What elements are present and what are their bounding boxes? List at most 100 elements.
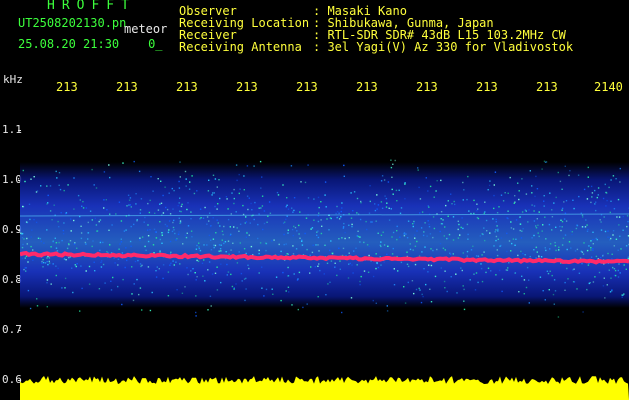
noise-speck [474, 289, 477, 291]
noise-speck [359, 283, 361, 286]
noise-speck [203, 244, 205, 246]
noise-speck [293, 225, 295, 228]
noise-speck [612, 266, 614, 269]
noise-speck [209, 295, 212, 297]
noise-speck [422, 234, 425, 237]
noise-speck [406, 237, 409, 239]
noise-speck [144, 245, 146, 248]
noise-speck [602, 254, 604, 256]
noise-speck [581, 251, 584, 253]
noise-speck [549, 243, 552, 245]
noise-speck [600, 256, 602, 259]
noise-speck [265, 249, 267, 252]
noise-speck [338, 218, 341, 220]
noise-speck [172, 260, 174, 262]
noise-speck [134, 260, 137, 263]
noise-speck [479, 235, 481, 237]
noise-speck [621, 296, 623, 298]
noise-speck [259, 160, 262, 163]
x-tick-label: 213 [356, 80, 378, 94]
noise-speck [338, 212, 340, 214]
noise-speck [436, 180, 438, 182]
noise-speck [118, 201, 121, 203]
noise-speck [266, 221, 268, 223]
noise-speck [204, 280, 206, 282]
noise-speck [112, 276, 114, 279]
noise-speck [360, 200, 362, 203]
noise-speck [587, 228, 589, 231]
noise-speck [220, 250, 222, 252]
noise-speck [39, 237, 42, 240]
noise-speck [548, 223, 551, 226]
noise-speck [610, 179, 612, 181]
noise-speck [421, 293, 423, 296]
noise-speck [196, 259, 198, 262]
noise-speck [219, 225, 221, 227]
noise-speck [585, 219, 587, 221]
noise-speck [452, 239, 455, 241]
noise-speck [317, 236, 320, 239]
noise-speck [522, 252, 524, 255]
noise-speck [521, 211, 524, 213]
noise-speck [537, 232, 539, 234]
x-tick-label: 213 [56, 80, 78, 94]
noise-speck [62, 233, 65, 235]
noise-speck [100, 261, 102, 264]
noise-speck [512, 228, 515, 230]
noise-speck [185, 185, 187, 187]
noise-speck [548, 289, 550, 291]
noise-speck [581, 262, 583, 265]
noise-speck [545, 249, 547, 252]
noise-speck [390, 208, 392, 210]
noise-speck [564, 165, 566, 167]
noise-speck [109, 176, 111, 179]
noise-speck [37, 237, 40, 239]
noise-speck [594, 189, 596, 192]
noise-speck [433, 227, 436, 230]
noise-speck [79, 310, 81, 312]
noise-speck [230, 273, 232, 276]
noise-speck [536, 251, 538, 253]
noise-speck [324, 181, 327, 183]
noise-speck [407, 281, 409, 284]
noise-speck [292, 253, 295, 255]
noise-speck [587, 166, 589, 169]
noise-speck [612, 175, 615, 177]
noise-speck [320, 219, 322, 221]
noise-speck [619, 181, 621, 183]
noise-speck [250, 245, 253, 248]
antenna-label: Receiving Antenna [179, 40, 302, 54]
noise-speck [619, 272, 621, 274]
noise-speck [444, 287, 446, 289]
noise-speck [535, 246, 538, 248]
noise-speck [567, 278, 569, 280]
noise-speck [443, 280, 446, 283]
noise-speck [467, 238, 469, 240]
noise-speck [159, 250, 161, 252]
noise-speck [541, 168, 543, 170]
noise-speck [216, 219, 218, 221]
noise-speck [219, 248, 222, 250]
noise-speck [242, 204, 244, 207]
noise-speck [382, 231, 384, 233]
noise-speck [405, 233, 407, 235]
noise-speck [229, 226, 231, 228]
noise-speck [396, 200, 398, 202]
noise-speck [63, 189, 65, 192]
noise-speck [147, 240, 150, 243]
noise-speck [145, 249, 147, 251]
noise-speck [180, 210, 182, 213]
noise-speck [149, 229, 151, 231]
noise-speck [69, 240, 72, 242]
noise-speck [220, 244, 222, 246]
noise-speck [606, 284, 608, 286]
noise-speck [514, 244, 516, 246]
noise-speck [73, 208, 75, 210]
noise-speck [233, 202, 235, 205]
noise-speck [307, 164, 309, 166]
noise-speck [342, 227, 345, 229]
x-tick-label: 2140 [594, 80, 623, 94]
noise-speck [423, 231, 425, 233]
noise-speck [63, 222, 65, 224]
noise-speck [170, 251, 172, 253]
